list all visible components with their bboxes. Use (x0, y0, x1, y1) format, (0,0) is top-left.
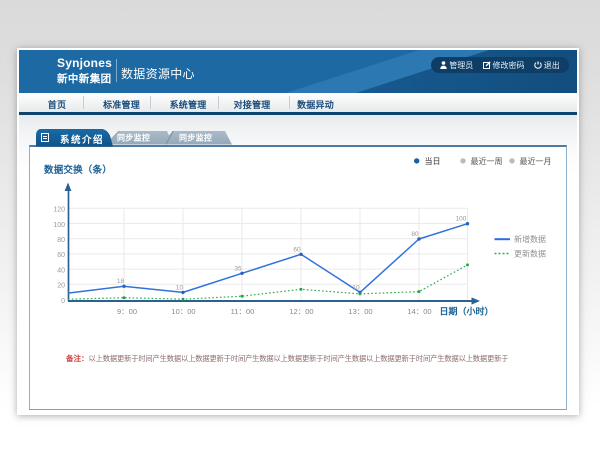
svg-text:20: 20 (57, 282, 65, 289)
svg-text:最近一月: 最近一月 (520, 155, 552, 165)
svg-text:80: 80 (411, 231, 419, 238)
svg-text:10: 10 (176, 284, 184, 291)
svg-text:100: 100 (53, 221, 65, 228)
svg-text:12：00: 12：00 (289, 307, 313, 316)
svg-text:日期（小时）: 日期（小时） (440, 305, 494, 316)
svg-text:100: 100 (456, 215, 467, 222)
svg-text:13：00: 13：00 (348, 307, 372, 316)
svg-text:10：00: 10：00 (171, 307, 195, 316)
svg-text:10: 10 (352, 284, 360, 291)
svg-text:14：00: 14：00 (407, 307, 431, 316)
svg-text:35: 35 (234, 265, 242, 272)
svg-text:更新数据: 更新数据 (514, 248, 546, 258)
svg-text:18: 18 (117, 278, 125, 285)
svg-text:11：00: 11：00 (231, 307, 255, 316)
svg-text:同步监控: 同步监控 (117, 132, 150, 142)
svg-text:新增数据: 新增数据 (514, 233, 546, 243)
svg-text:以上数据更新于时间产生数据以上数据更新于时间产生数据以上数据: 以上数据更新于时间产生数据以上数据更新于时间产生数据以上数据更新于时间产生数据以… (89, 353, 509, 362)
svg-text:120: 120 (53, 206, 65, 213)
svg-text:同步监控: 同步监控 (179, 132, 212, 142)
svg-text:60: 60 (293, 246, 301, 253)
svg-text:数据交换（条）: 数据交换（条） (43, 164, 112, 176)
svg-text:9：00: 9：00 (117, 307, 137, 316)
svg-text:80: 80 (57, 237, 65, 244)
svg-text:当日: 当日 (425, 155, 441, 165)
svg-text:最近一周: 最近一周 (471, 155, 503, 165)
svg-text:备注：: 备注： (65, 352, 89, 362)
svg-text:40: 40 (57, 267, 65, 274)
svg-text:60: 60 (57, 252, 65, 259)
svg-text:0: 0 (61, 297, 65, 304)
